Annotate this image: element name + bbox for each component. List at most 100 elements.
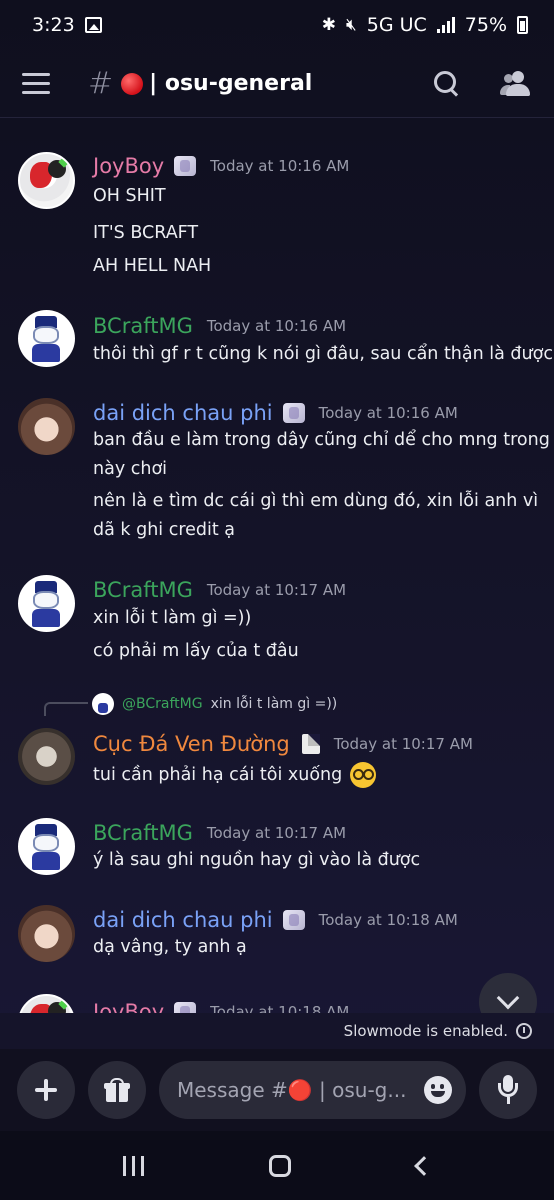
- system-nav-bar: [0, 1131, 554, 1200]
- status-right: ✱ 🔇︎ 5G UC 75%: [322, 14, 528, 36]
- username[interactable]: Cục Đá Ven Đường: [93, 732, 290, 756]
- avatar[interactable]: [18, 575, 75, 632]
- menu-icon[interactable]: [22, 73, 50, 94]
- timestamp: Today at 10:16 AM: [318, 404, 458, 422]
- message[interactable]: dai dich chau phi Today at 10:18 AM dạ v…: [0, 903, 554, 973]
- reply-preview: xin lỗi t làm gì =)): [210, 696, 338, 712]
- message-text: nên là e tìm dc cái gì thì em dùng đó, x…: [93, 491, 539, 511]
- username[interactable]: BCraftMG: [93, 821, 193, 845]
- message-header: dai dich chau phi Today at 10:18 AM: [93, 908, 458, 932]
- message-header: BCraftMG Today at 10:16 AM: [93, 314, 346, 338]
- battery-icon: [517, 16, 528, 34]
- timestamp: Today at 10:17 AM: [333, 735, 473, 753]
- back-icon[interactable]: [414, 1155, 435, 1176]
- avatar[interactable]: [18, 994, 75, 1013]
- username[interactable]: JoyBoy: [93, 154, 164, 178]
- timestamp: Today at 10:17 AM: [206, 824, 347, 842]
- message[interactable]: JoyBoy Today at 10:18 AM: [0, 992, 554, 1013]
- channel-hash-icon: #: [88, 66, 114, 101]
- slowmode-text: Slowmode is enabled.: [343, 1022, 508, 1040]
- message-text: này chơi: [93, 459, 168, 479]
- message-text: IT'S BCRAFT: [93, 223, 199, 243]
- message-text: xin lỗi t làm gì =)): [93, 608, 252, 628]
- message-text: dạ vâng, ty anh ạ: [93, 937, 247, 957]
- username[interactable]: dai dich chau phi: [93, 401, 273, 425]
- message[interactable]: BCraftMG Today at 10:16 AM thôi thì gf r…: [0, 308, 554, 378]
- message-header: JoyBoy Today at 10:16 AM: [93, 154, 349, 178]
- plus-icon: [35, 1079, 57, 1101]
- server-tag-icon: [174, 1002, 197, 1013]
- username[interactable]: BCraftMG: [93, 578, 193, 602]
- server-tag-icon: [174, 156, 197, 176]
- avatar[interactable]: [18, 728, 75, 785]
- mute-icon: 🔇︎: [346, 15, 357, 35]
- gallery-icon: [84, 17, 102, 33]
- reply-connector: [44, 702, 88, 716]
- timestamp: Today at 10:16 AM: [210, 157, 350, 175]
- message[interactable]: BCraftMG Today at 10:17 AM xin lỗi t làm…: [0, 573, 554, 673]
- members-icon[interactable]: [500, 70, 532, 97]
- message-header: BCraftMG Today at 10:17 AM: [93, 821, 346, 845]
- recent-apps-icon[interactable]: [122, 1155, 144, 1176]
- signal-icon: [436, 17, 455, 33]
- username[interactable]: BCraftMG: [93, 314, 193, 338]
- avatar[interactable]: [18, 310, 75, 367]
- status-bar: 3:23 ✱ 🔇︎ 5G UC 75%: [0, 0, 554, 50]
- message-text-content: tui cần phải hạ cái tôi xuống: [93, 765, 343, 785]
- message-list[interactable]: JoyBoy Today at 10:16 AM OH SHIT IT'S BC…: [0, 118, 554, 1013]
- channel-header: # | osu-general: [0, 50, 554, 118]
- username[interactable]: JoyBoy: [93, 1000, 164, 1013]
- timestamp: Today at 10:18 AM: [318, 911, 458, 929]
- nerd-face-emoji: [349, 762, 376, 788]
- microphone-icon: [495, 1075, 521, 1105]
- channel-name: osu-general: [164, 71, 313, 96]
- timestamp: Today at 10:18 AM: [210, 1003, 350, 1013]
- clock-time: 3:23: [32, 14, 75, 36]
- chevron-down-icon: [496, 986, 520, 1010]
- avatar[interactable]: [18, 905, 75, 962]
- header-actions: [434, 70, 532, 97]
- username[interactable]: dai dich chau phi: [93, 908, 273, 932]
- server-tag-icon: [301, 734, 320, 754]
- attach-button[interactable]: [17, 1061, 75, 1119]
- voice-message-button[interactable]: [479, 1061, 537, 1119]
- message[interactable]: JoyBoy Today at 10:16 AM OH SHIT IT'S BC…: [0, 148, 554, 288]
- timestamp: Today at 10:16 AM: [206, 317, 347, 335]
- message-text: OH SHIT: [93, 186, 166, 206]
- bluetooth-icon: ✱: [321, 15, 337, 35]
- message-text: có phải m lấy của t đâu: [93, 641, 299, 661]
- red-circle-emoji: [121, 72, 144, 95]
- server-tag-icon: [282, 910, 305, 930]
- message-text: thôi thì gf r t cũng k nói gì đâu, sau c…: [93, 344, 553, 364]
- message-header: BCraftMG Today at 10:17 AM: [93, 578, 346, 602]
- avatar[interactable]: [18, 818, 75, 875]
- message-text: tui cần phải hạ cái tôi xuống: [93, 762, 376, 788]
- clock-icon: [516, 1023, 532, 1039]
- battery-percent: 75%: [464, 14, 507, 36]
- gift-button[interactable]: [88, 1061, 146, 1119]
- avatar[interactable]: [18, 152, 75, 209]
- message-composer: Message #🔴 | osu-g...: [0, 1049, 554, 1131]
- message[interactable]: @BCraftMG xin lỗi t làm gì =)) Cục Đá Ve…: [0, 692, 554, 792]
- message[interactable]: BCraftMG Today at 10:17 AM ý là sau ghi …: [0, 816, 554, 886]
- home-icon[interactable]: [269, 1154, 292, 1177]
- message-text: dã k ghi credit ạ: [93, 520, 236, 540]
- message-header: JoyBoy Today at 10:18 AM: [93, 1000, 349, 1013]
- server-tag-icon: [282, 403, 305, 423]
- message-placeholder: Message #🔴 | osu-g...: [177, 1078, 407, 1102]
- message-header: dai dich chau phi Today at 10:16 AM: [93, 401, 458, 425]
- message[interactable]: dai dich chau phi Today at 10:16 AM ban …: [0, 396, 554, 546]
- reply-reference[interactable]: @BCraftMG xin lỗi t làm gì =)): [44, 692, 337, 716]
- status-left: 3:23: [32, 14, 102, 36]
- avatar[interactable]: [18, 398, 75, 455]
- reply-author: @BCraftMG: [122, 696, 203, 712]
- gift-icon: [104, 1078, 130, 1102]
- message-input[interactable]: Message #🔴 | osu-g...: [159, 1061, 466, 1119]
- emoji-picker-icon[interactable]: [424, 1076, 452, 1104]
- channel-title[interactable]: | osu-general: [149, 71, 312, 96]
- message-text: AH HELL NAH: [93, 256, 212, 276]
- network-label: 5G UC: [366, 14, 427, 36]
- search-icon[interactable]: [434, 70, 460, 97]
- timestamp: Today at 10:17 AM: [206, 581, 347, 599]
- reply-avatar: [92, 693, 114, 715]
